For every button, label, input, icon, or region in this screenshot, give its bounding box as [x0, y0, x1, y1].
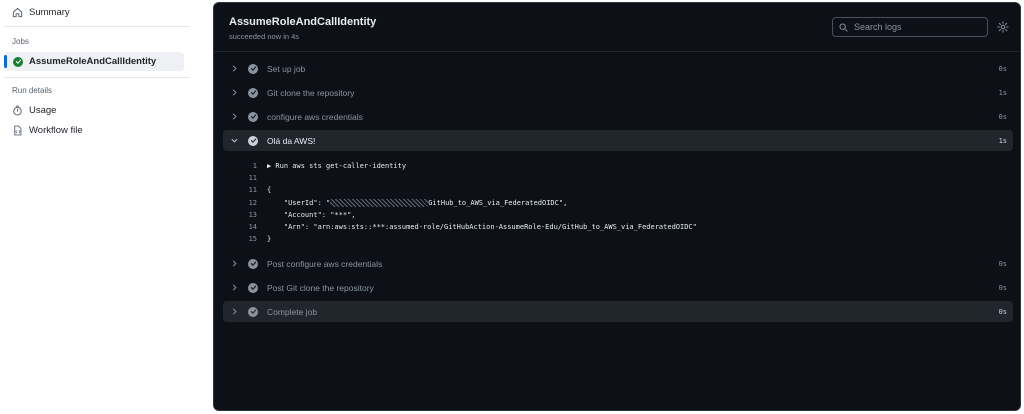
step-success-icon	[248, 258, 258, 269]
step-configure-aws-credentials[interactable]: configure aws credentials 0s	[223, 106, 1013, 127]
log-line: 13 "Account": "***",	[223, 209, 1013, 221]
stopwatch-icon	[12, 105, 23, 116]
step-duration: 0s	[998, 64, 1007, 73]
step-name: Post configure aws credentials	[267, 258, 383, 269]
log-line: 15}	[223, 233, 1013, 245]
log-text: {	[267, 186, 272, 195]
line-number: 15	[248, 235, 257, 244]
chevron-right-icon	[228, 65, 240, 72]
line-number: 12	[248, 198, 257, 207]
sidebar-divider	[4, 77, 190, 78]
step-git-clone[interactable]: Git clone the repository 1s	[223, 82, 1013, 103]
job-label: AssumeRoleAndCallIdentity	[29, 56, 157, 67]
step-log-output: 1 ▶ Run aws sts get-caller-identity 11 11…	[223, 160, 1013, 245]
summary-label: Summary	[29, 6, 70, 18]
chevron-down-icon	[228, 137, 240, 144]
step-name: Olá da AWS!	[267, 135, 316, 146]
settings-gear-icon[interactable]	[996, 20, 1010, 34]
usage-label: Usage	[29, 104, 57, 116]
usage-link[interactable]: Usage	[12, 100, 56, 120]
active-indicator	[4, 55, 7, 68]
step-name: Set up job	[267, 63, 306, 74]
workflow-file-link[interactable]: Workflow file	[12, 120, 83, 140]
sidebar-divider	[4, 26, 190, 27]
log-line[interactable]: 1 ▶ Run aws sts get-caller-identity	[223, 160, 1013, 172]
step-duration: 1s	[998, 136, 1007, 145]
step-success-icon	[248, 63, 258, 74]
step-complete-job[interactable]: Complete job 0s	[223, 301, 1013, 322]
job-item-active[interactable]: AssumeRoleAndCallIdentity	[4, 52, 184, 71]
chevron-right-icon	[228, 113, 240, 120]
log-line: 14 "Arn": "arn:aws:sts::***:assumed-role…	[223, 221, 1013, 233]
log-text: "Account": "***",	[267, 210, 356, 219]
success-check-icon	[13, 56, 23, 67]
line-number: 13	[248, 210, 257, 219]
step-duration: 0s	[998, 283, 1007, 292]
step-duration: 0s	[998, 307, 1007, 316]
log-text: "Arn": "arn:aws:sts::***:assumed-role/Gi…	[267, 223, 697, 232]
job-log-panel: AssumeRoleAndCallIdentity succeeded now …	[213, 2, 1021, 411]
step-success-icon	[248, 306, 258, 317]
search-logs-input[interactable]	[852, 21, 976, 33]
step-duration: 0s	[998, 112, 1007, 121]
home-icon	[12, 7, 23, 18]
line-number: 14	[248, 223, 257, 232]
step-success-icon	[248, 135, 258, 146]
step-duration: 1s	[998, 88, 1007, 97]
step-success-icon	[248, 282, 258, 293]
chevron-right-icon	[228, 89, 240, 96]
sidebar: Summary Jobs AssumeRoleAndCallIdentity R…	[0, 0, 200, 414]
step-name: Post Git clone the repository	[267, 282, 374, 293]
header-divider	[214, 51, 1020, 52]
job-status-text: succeeded now in 4s	[229, 32, 300, 41]
chevron-right-icon	[228, 260, 240, 267]
redacted-value	[330, 198, 429, 207]
step-post-configure-aws-credentials[interactable]: Post configure aws credentials 0s	[223, 253, 1013, 274]
search-logs-field[interactable]	[832, 17, 988, 37]
log-line: 12 "UserId": " GitHub_to_AWS_via_Federate…	[223, 197, 1013, 209]
log-text: ▶ Run aws sts get-caller-identity	[267, 162, 407, 171]
step-post-git-clone[interactable]: Post Git clone the repository 0s	[223, 277, 1013, 298]
chevron-right-icon	[228, 284, 240, 291]
step-success-icon	[248, 87, 258, 98]
job-title: AssumeRoleAndCallIdentity	[229, 16, 377, 28]
step-ola-da-aws-expanded[interactable]: Olá da AWS! 1s	[223, 130, 1013, 151]
summary-link[interactable]: Summary	[12, 2, 70, 22]
step-name: Git clone the repository	[267, 87, 355, 98]
line-number: 11	[248, 186, 257, 195]
step-set-up-job[interactable]: Set up job 0s	[223, 58, 1013, 79]
log-text: "UserId": "	[267, 198, 331, 207]
search-icon	[839, 23, 848, 32]
step-duration: 0s	[998, 259, 1007, 268]
log-text: }	[267, 235, 272, 244]
workflow-file-label: Workflow file	[29, 124, 83, 136]
log-line: 11	[223, 172, 1013, 184]
line-number: 11	[248, 174, 257, 183]
chevron-right-icon	[228, 308, 240, 315]
log-line: 11 {	[223, 184, 1013, 196]
step-name: Complete job	[267, 306, 318, 317]
log-text: GitHub_to_AWS_via_FederatedOIDC",	[428, 198, 568, 207]
step-name: configure aws credentials	[267, 111, 363, 122]
step-success-icon	[248, 111, 258, 122]
line-number: 1	[252, 162, 257, 171]
file-code-icon	[12, 125, 23, 136]
jobs-heading: Jobs	[12, 37, 29, 46]
run-details-heading: Run details	[12, 86, 53, 95]
